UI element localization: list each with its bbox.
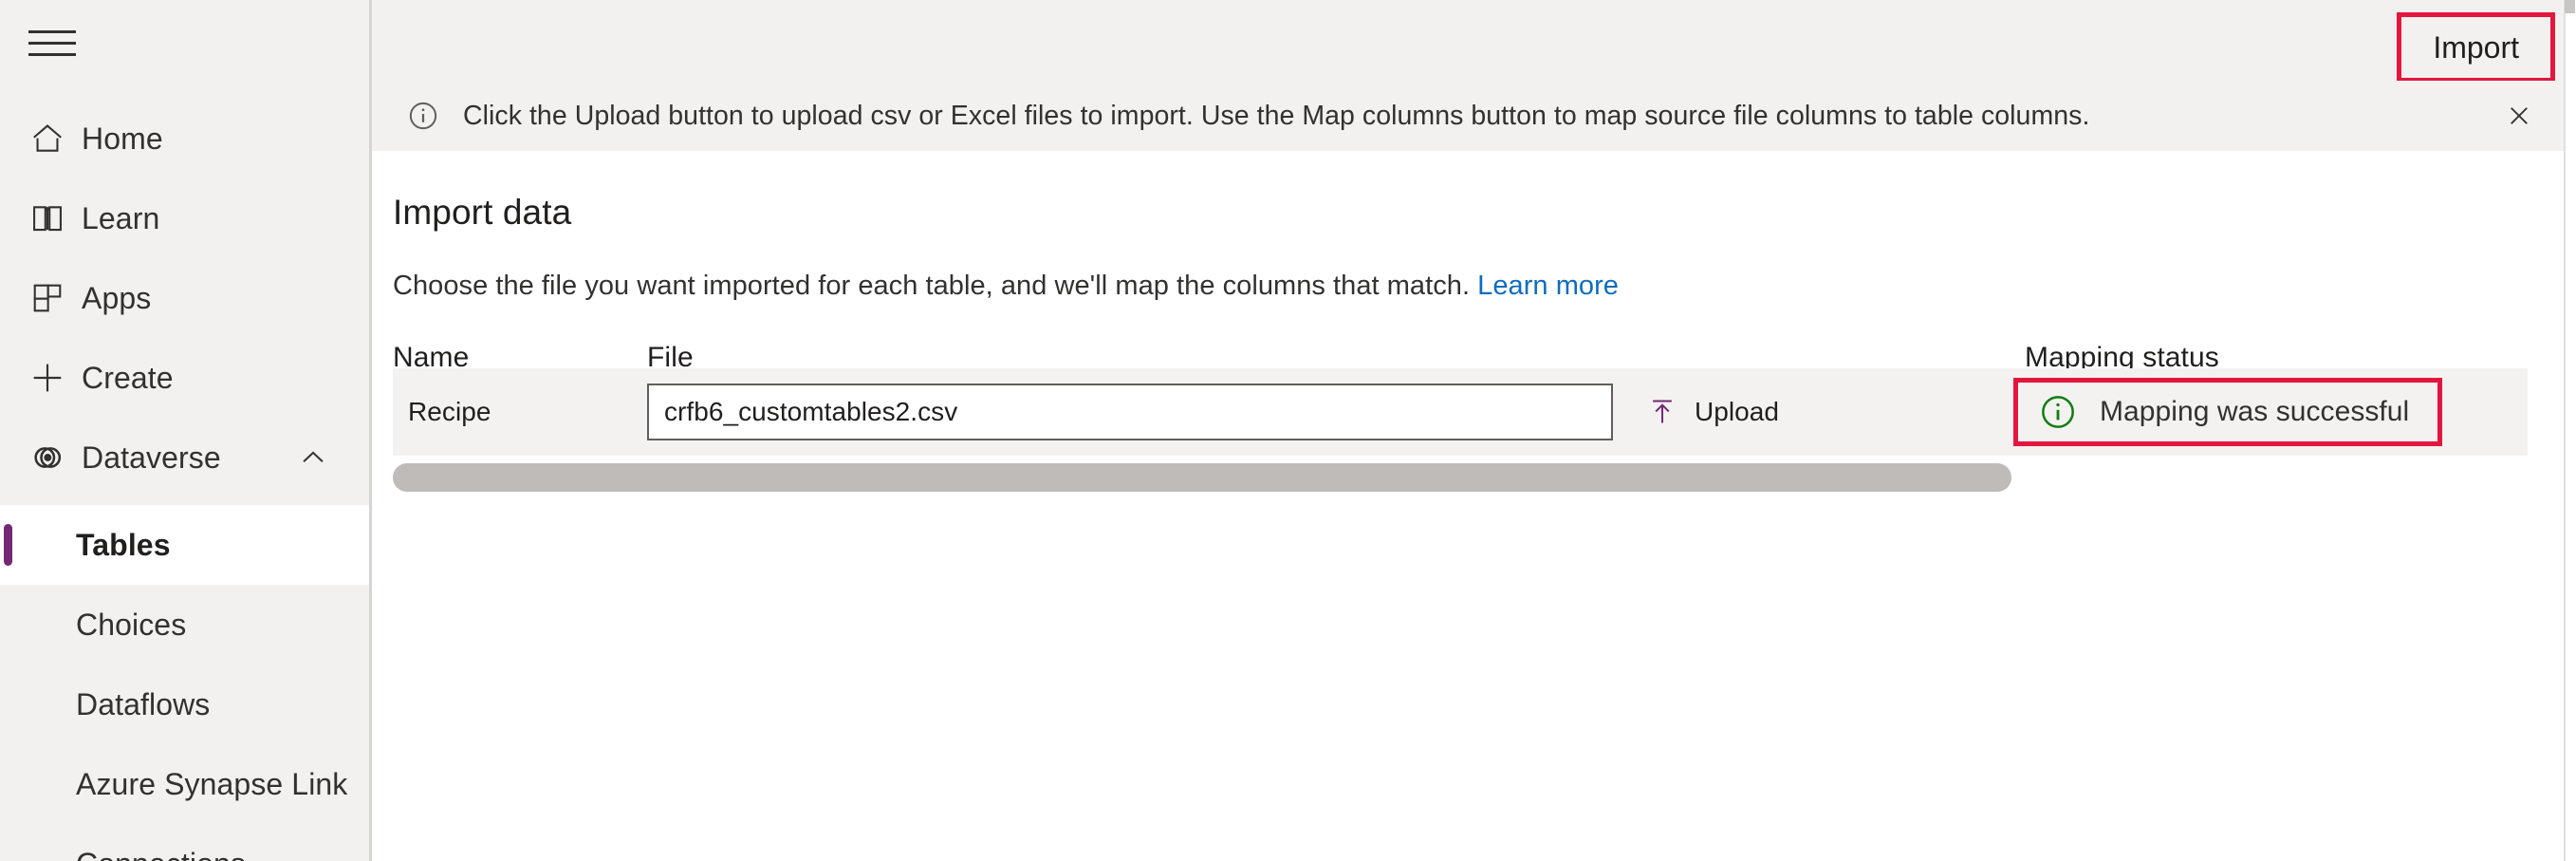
dataverse-subnav-list: Tables Choices Dataflows Azure Synapse L… [0, 505, 369, 861]
dataverse-icon [21, 440, 74, 476]
hamburger-line [28, 30, 76, 33]
column-header-name: Name [393, 342, 647, 368]
vertical-scrollbar-track[interactable] [2564, 0, 2576, 861]
page-title: Import data [393, 193, 2576, 233]
sidebar-item-label: Create [82, 361, 174, 396]
primary-nav-list: Home Learn [0, 99, 369, 861]
sidebar-item-connections[interactable]: Connections [0, 824, 369, 861]
sidebar-item-dataverse[interactable]: Dataverse [0, 418, 369, 497]
status-badge[interactable]: Mapping was successful [2026, 387, 2430, 437]
upload-button-label: Upload [1695, 397, 1779, 427]
sidebar-item-apps[interactable]: Apps [0, 258, 369, 338]
page-description-text: Choose the file you want imported for ea… [393, 271, 1470, 301]
hamburger-menu-button[interactable] [23, 13, 82, 72]
column-header-mapping-status: Mapping status [2013, 342, 2219, 368]
sidebar-item-label: Home [82, 122, 163, 157]
info-circle-icon [404, 100, 442, 132]
chevron-up-icon[interactable] [297, 441, 329, 474]
table-cell-file: Upload [647, 384, 2013, 440]
sidebar-item-learn[interactable]: Learn [0, 178, 369, 258]
info-message-text: Click the Upload button to upload csv or… [463, 101, 2089, 132]
book-icon [21, 200, 74, 236]
upload-arrow-icon [1647, 397, 1677, 427]
column-header-file: File [647, 342, 2013, 368]
page-description: Choose the file you want imported for ea… [393, 271, 2576, 302]
sidebar-item-azure-synapse-link[interactable]: Azure Synapse Link [0, 744, 369, 824]
mapping-status-annotation: Mapping was successful [2013, 378, 2442, 446]
sidebar-item-label: Learn [82, 201, 159, 236]
main-content-area: Import Click the Upload button to upload… [372, 0, 2576, 861]
sidebar-item-label: Dataflows [76, 687, 210, 722]
selected-indicator-bar [4, 524, 12, 566]
sidebar-item-create[interactable]: Create [0, 338, 369, 418]
close-icon[interactable] [2498, 95, 2540, 137]
command-bar: Import [372, 0, 2576, 81]
sidebar-item-label: Dataverse [82, 440, 221, 476]
import-button[interactable]: Import [2404, 20, 2548, 75]
table-row: Recipe Upload [393, 368, 2528, 456]
table-header-row: Name File Mapping status [393, 342, 2528, 368]
horizontal-scrollbar-thumb[interactable] [393, 463, 2011, 492]
learn-more-link[interactable]: Learn more [1477, 271, 1619, 301]
info-circle-green-icon [2039, 393, 2077, 431]
vertical-scrollbar-thumb[interactable] [2565, 0, 2575, 13]
hamburger-line [28, 42, 76, 45]
sidebar-item-home[interactable]: Home [0, 99, 369, 178]
sidebar-item-label: Apps [82, 281, 151, 316]
table-cell-name: Recipe [393, 397, 647, 427]
sidebar-item-label: Choices [76, 608, 186, 643]
sidebar-item-label: Tables [76, 528, 171, 563]
sidebar-item-choices[interactable]: Choices [0, 585, 369, 664]
import-button-annotation: Import [2397, 12, 2555, 83]
hamburger-line [28, 53, 76, 56]
horizontal-scrollbar-track[interactable] [393, 463, 2528, 494]
upload-button[interactable]: Upload [1638, 389, 1788, 435]
import-table: Name File Mapping status Recipe [393, 342, 2528, 494]
plus-icon [21, 359, 74, 397]
table-cell-mapping-status: Mapping was successful [2013, 378, 2442, 446]
sidebar-item-tables[interactable]: Tables [0, 505, 369, 585]
app-root: Home Learn [0, 0, 2576, 861]
apps-grid-icon [21, 280, 74, 316]
info-message-bar: Click the Upload button to upload csv or… [372, 81, 2576, 151]
home-icon [21, 121, 74, 157]
sidebar-item-label: Azure Synapse Link [76, 767, 347, 802]
import-data-panel: Import data Choose the file you want imp… [372, 151, 2576, 861]
left-navigation-sidebar: Home Learn [0, 0, 372, 861]
file-name-input[interactable] [647, 384, 1613, 440]
sidebar-item-label: Connections [76, 847, 246, 861]
sidebar-item-dataflows[interactable]: Dataflows [0, 664, 369, 744]
status-badge-label: Mapping was successful [2100, 396, 2409, 428]
